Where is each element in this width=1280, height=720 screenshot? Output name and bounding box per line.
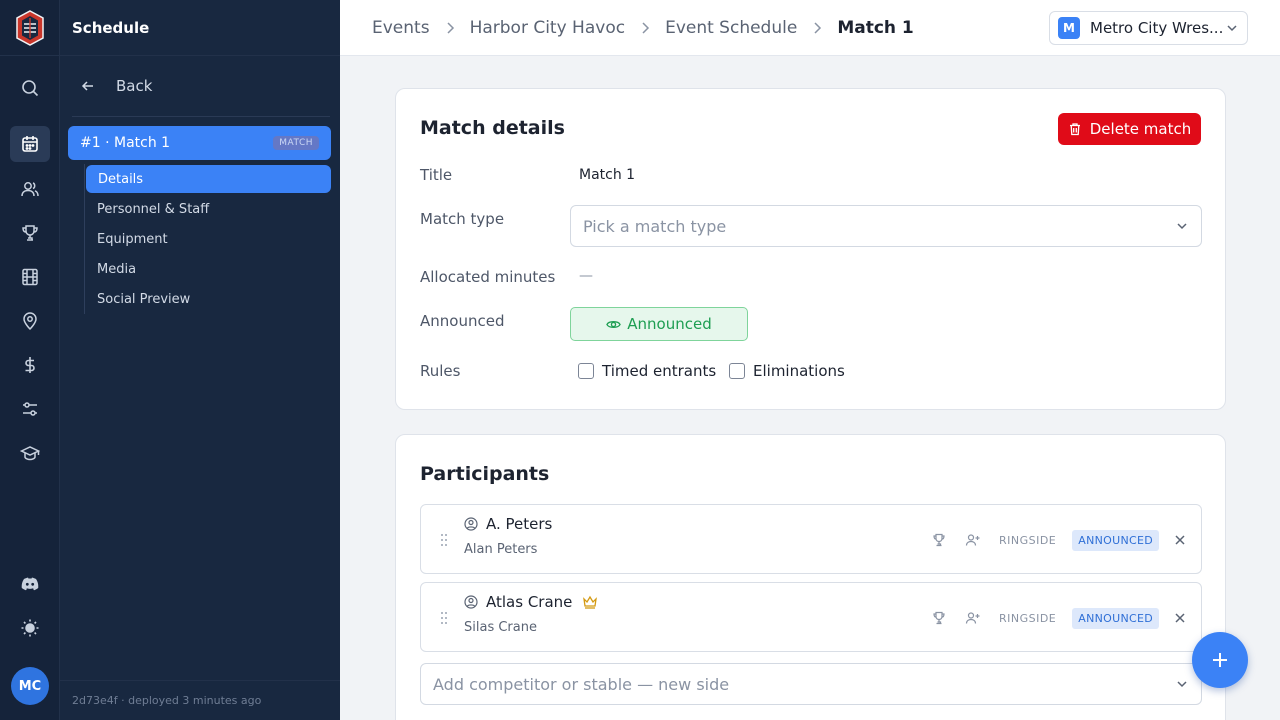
participant-name[interactable]: Atlas Crane (464, 593, 598, 611)
crown-icon (583, 595, 598, 609)
participant-name[interactable]: A. Peters (464, 515, 552, 533)
drag-handle-icon[interactable] (440, 611, 448, 625)
participant-actions: RINGSIDE ANNOUNCED (931, 528, 1187, 552)
delete-match-label: Delete match (1089, 120, 1192, 138)
trophy-icon[interactable] (10, 215, 50, 251)
close-icon[interactable] (1173, 533, 1187, 547)
breadcrumb-current: Match 1 (837, 17, 914, 38)
match-subnav: Details Personnel & Staff Equipment Medi… (84, 164, 331, 314)
trash-icon (1069, 123, 1080, 136)
chevron-down-icon (1227, 25, 1237, 32)
subnav-equipment[interactable]: Equipment (85, 224, 331, 254)
org-name: Metro City Wres... (1090, 19, 1224, 37)
map-pin-icon[interactable] (10, 303, 50, 339)
film-icon[interactable] (10, 259, 50, 295)
match-details-card: Match details Delete match Title Match 1… (395, 88, 1226, 410)
plus-icon (1213, 653, 1227, 667)
checkbox-box[interactable] (578, 363, 594, 379)
participant-actions: RINGSIDE ANNOUNCED (931, 606, 1187, 630)
match-details-title: Match details (420, 117, 565, 139)
checkbox-box[interactable] (729, 363, 745, 379)
participant-row: Atlas Crane Silas Crane RINGSIDE ANNOUNC… (420, 582, 1202, 652)
sidebar-title: Schedule (60, 0, 340, 56)
match-item-label: #1 · Match 1 (80, 135, 171, 151)
deploy-footer: 2d73e4f · deployed 3 minutes ago (60, 680, 340, 720)
status-badge[interactable]: ANNOUNCED (1072, 607, 1159, 629)
graduation-cap-icon[interactable] (10, 435, 50, 471)
trophy-icon[interactable] (931, 532, 947, 548)
chevron-down-icon (1177, 223, 1187, 230)
match-type-placeholder: Pick a match type (583, 216, 727, 236)
ringside-label[interactable]: RINGSIDE (999, 534, 1056, 547)
breadcrumb-event[interactable]: Harbor City Havoc (470, 18, 626, 38)
add-user-icon[interactable] (965, 532, 981, 548)
add-user-icon[interactable] (965, 610, 981, 626)
org-switcher[interactable]: M Metro City Wres... (1049, 11, 1248, 45)
participant-real-name: Alan Peters (464, 542, 538, 557)
chevron-right-icon (642, 21, 650, 34)
allocated-minutes-value[interactable]: — (579, 268, 593, 284)
announced-toggle[interactable]: Announced (570, 307, 748, 341)
users-icon[interactable] (10, 171, 50, 207)
org-avatar: M (1058, 17, 1080, 39)
title-value[interactable]: Match 1 (579, 167, 635, 183)
chevron-right-icon (447, 21, 454, 34)
participant-row: A. Peters Alan Peters RINGSIDE ANNOUNCED (420, 504, 1202, 574)
dollar-icon[interactable] (10, 347, 50, 383)
announced-label: Announced (420, 312, 505, 330)
rules-label: Rules (420, 362, 461, 380)
eliminations-checkbox[interactable]: Eliminations (729, 362, 845, 380)
sidebar: Schedule Back #1 · Match 1 MATCH Details… (60, 0, 340, 720)
delete-match-button[interactable]: Delete match (1058, 113, 1201, 145)
participant-name-text: A. Peters (486, 515, 553, 533)
add-competitor-select[interactable]: Add competitor or stable — new side (420, 663, 1202, 705)
participants-card: Participants A. Peters Alan Peters RINGS… (395, 434, 1226, 720)
subnav-details[interactable]: Details (86, 165, 331, 193)
match-badge: MATCH (273, 136, 319, 150)
eliminations-label: Eliminations (753, 362, 845, 380)
timed-entrants-label: Timed entrants (602, 362, 717, 380)
allocated-minutes-label: Allocated minutes (420, 268, 556, 286)
add-fab-button[interactable] (1192, 632, 1248, 688)
icon-rail: MC (0, 0, 60, 720)
user-circle-icon (464, 595, 478, 609)
eye-icon (606, 320, 622, 328)
rail-divider (0, 55, 60, 56)
ringside-label[interactable]: RINGSIDE (999, 612, 1056, 625)
back-button[interactable]: Back (72, 70, 330, 102)
drag-handle-icon[interactable] (440, 533, 448, 547)
breadcrumb-schedule[interactable]: Event Schedule (665, 18, 797, 38)
announced-toggle-label: Announced (627, 315, 712, 333)
timed-entrants-checkbox[interactable]: Timed entrants (578, 362, 716, 380)
arrow-left-icon (81, 81, 93, 91)
breadcrumb-events[interactable]: Events (372, 18, 430, 38)
subnav-social-preview[interactable]: Social Preview (85, 284, 331, 314)
chevron-right-icon (814, 21, 822, 34)
sidebar-divider (72, 116, 330, 117)
match-type-label: Match type (420, 210, 505, 228)
add-competitor-placeholder: Add competitor or stable — new side (433, 674, 730, 694)
close-icon[interactable] (1173, 611, 1187, 625)
sun-icon[interactable] (10, 610, 50, 646)
user-circle-icon (464, 517, 478, 531)
subnav-personnel-staff[interactable]: Personnel & Staff (85, 194, 331, 224)
user-avatar[interactable]: MC (11, 667, 49, 705)
trophy-icon[interactable] (931, 610, 947, 626)
chevron-down-icon (1177, 681, 1187, 688)
status-badge[interactable]: ANNOUNCED (1072, 529, 1159, 551)
participant-real-name: Silas Crane (464, 620, 537, 635)
app-logo[interactable] (15, 10, 45, 46)
sliders-icon[interactable] (10, 391, 50, 427)
discord-icon[interactable] (10, 566, 50, 602)
subnav-media[interactable]: Media (85, 254, 331, 284)
title-label: Title (420, 166, 453, 184)
participants-title: Participants (420, 463, 550, 485)
search-icon[interactable] (10, 70, 50, 106)
back-label: Back (116, 77, 153, 95)
match-type-select[interactable]: Pick a match type (570, 205, 1202, 247)
sidebar-match-item[interactable]: #1 · Match 1 MATCH (68, 126, 331, 160)
participant-name-text: Atlas Crane (486, 593, 573, 611)
top-bar: Events Harbor City Havoc Event Schedule … (340, 0, 1280, 56)
calendar-icon[interactable] (10, 126, 50, 162)
